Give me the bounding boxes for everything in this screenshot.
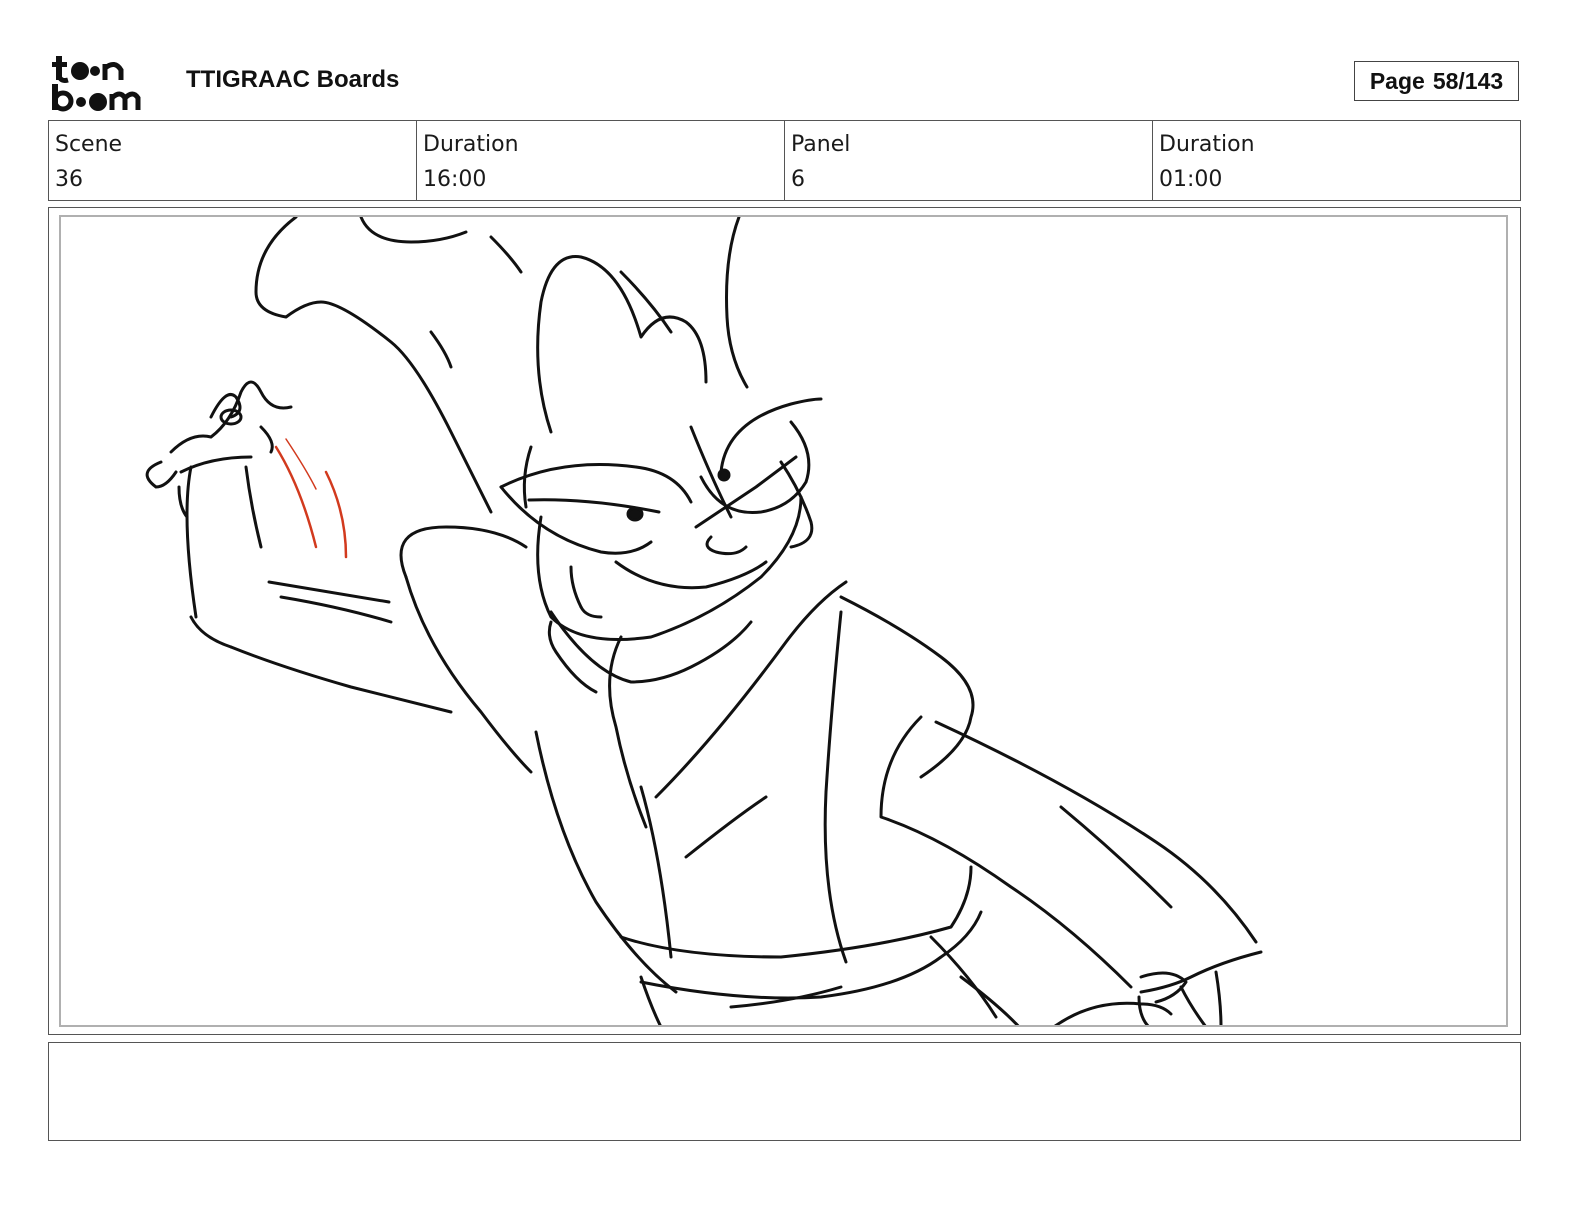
scene-info-table: Scene 36 Duration 16:00 Panel 6 Duration… bbox=[48, 120, 1521, 201]
toon-boom-logo bbox=[52, 56, 141, 112]
scene-duration-label: Duration bbox=[423, 132, 519, 157]
scene-cell: Scene 36 bbox=[49, 121, 417, 200]
panel-duration-value: 01:00 bbox=[1159, 167, 1223, 192]
scene-value: 36 bbox=[55, 167, 83, 192]
storyboard-panel-frame bbox=[48, 207, 1521, 1035]
character-sketch bbox=[145, 217, 1263, 1025]
scene-duration-value: 16:00 bbox=[423, 167, 487, 192]
panel-value: 6 bbox=[791, 167, 805, 192]
document-title: TTIGRAAC Boards bbox=[186, 66, 400, 93]
panel-cell: Panel 6 bbox=[785, 121, 1153, 200]
page-number: 58/143 bbox=[1432, 67, 1504, 94]
panel-label: Panel bbox=[791, 132, 851, 157]
panel-duration-cell: Duration 01:00 bbox=[1153, 121, 1520, 200]
scene-label: Scene bbox=[55, 132, 123, 157]
page-label: Page bbox=[1369, 67, 1425, 94]
scene-duration-cell: Duration 16:00 bbox=[417, 121, 785, 200]
panel-notes-box bbox=[48, 1042, 1521, 1141]
storyboard-panel-image bbox=[59, 215, 1508, 1027]
page-indicator: Page 58/143 bbox=[1354, 61, 1519, 101]
panel-duration-label: Duration bbox=[1159, 132, 1255, 157]
